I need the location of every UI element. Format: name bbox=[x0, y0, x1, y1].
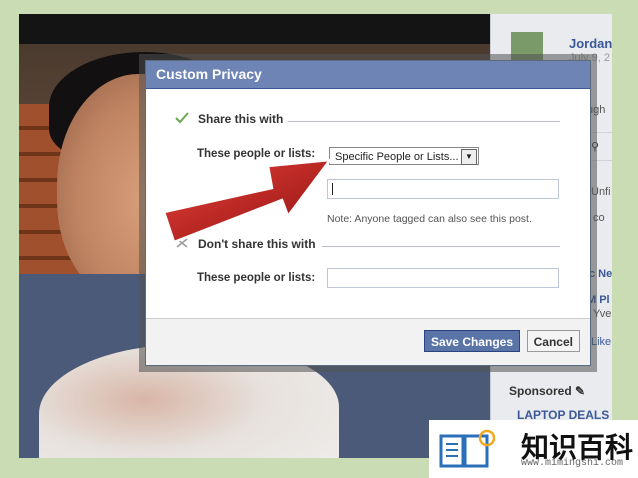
profile-thumbnail[interactable] bbox=[511, 32, 543, 60]
unfollow-link[interactable]: Unfi bbox=[591, 186, 611, 198]
news-link[interactable]: c New bbox=[589, 268, 612, 280]
dont-share-label: These people or lists: bbox=[197, 272, 316, 284]
post-text-fragment: Yve bbox=[593, 308, 612, 320]
cancel-button[interactable]: Cancel bbox=[526, 330, 580, 352]
photo-viewer-topbar bbox=[19, 14, 490, 44]
share-people-input[interactable] bbox=[327, 179, 559, 199]
share-dropdown-value: Specific People or Lists... bbox=[335, 151, 459, 163]
watermark-logo: 知识百科 www.mimingshi.com bbox=[429, 420, 638, 478]
share-audience-dropdown[interactable]: Specific People or Lists... ▼ bbox=[329, 147, 479, 165]
like-link[interactable]: Like bbox=[591, 336, 611, 348]
section-divider bbox=[288, 121, 560, 122]
watermark-url: www.mimingshi.com bbox=[521, 458, 624, 469]
section-divider bbox=[322, 246, 560, 247]
tagged-note: Note: Anyone tagged can also see this po… bbox=[327, 213, 532, 225]
dont-share-people-input[interactable] bbox=[327, 268, 559, 288]
location-icon[interactable]: ⚲ bbox=[591, 140, 599, 153]
save-changes-button[interactable]: Save Changes bbox=[423, 330, 520, 352]
post-text-fragment: co bbox=[593, 212, 605, 224]
sponsored-text: Sponsored bbox=[509, 384, 572, 398]
chevron-down-icon: ▼ bbox=[461, 149, 477, 165]
share-section-title: Share this with bbox=[198, 112, 284, 126]
book-lightbulb-icon bbox=[439, 429, 496, 468]
profile-name[interactable]: Jordan bbox=[569, 36, 612, 51]
sponsored-label: Sponsored ✎ bbox=[509, 384, 585, 398]
megaphone-icon: ✎ bbox=[575, 384, 586, 398]
dialog-footer: Save Changes Cancel bbox=[146, 318, 590, 365]
checkmark-icon bbox=[175, 112, 189, 124]
dialog-title: Custom Privacy bbox=[146, 61, 590, 89]
pointer-arrow-icon bbox=[162, 158, 333, 244]
